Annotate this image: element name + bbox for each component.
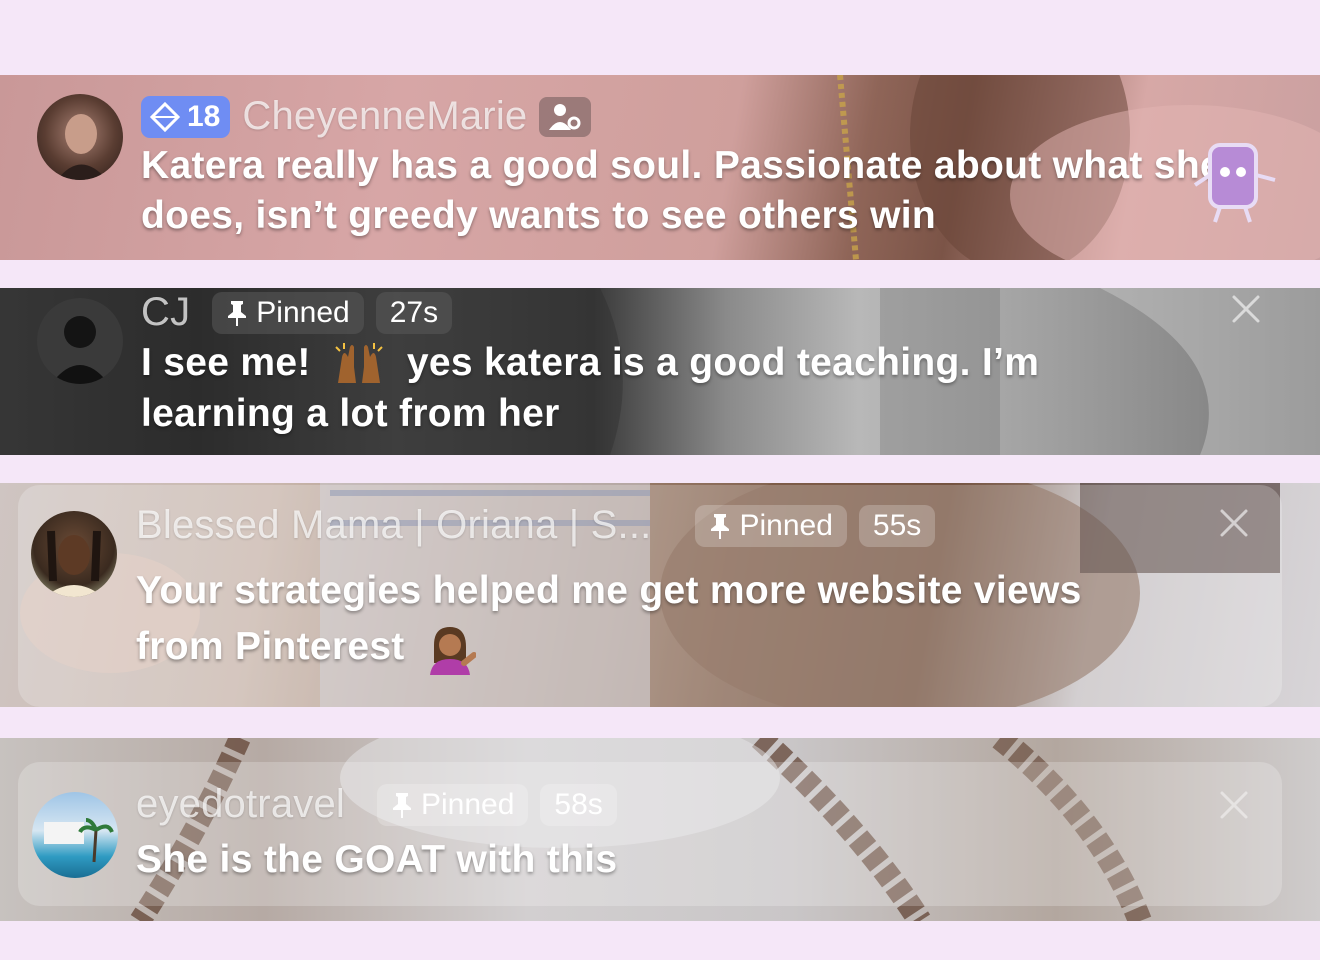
avatar[interactable] xyxy=(32,792,118,878)
username[interactable]: Blessed Mama | Oriana | S... xyxy=(136,503,651,548)
comment-text-part: learning a lot from her xyxy=(141,391,560,435)
moderator-icon xyxy=(539,96,592,137)
close-icon[interactable] xyxy=(1219,790,1249,820)
person-tipping-hand-icon xyxy=(429,626,476,675)
pinned-badge: Pinned xyxy=(377,783,529,826)
comment-text-part: I see me! xyxy=(141,341,311,384)
comment-text-part: from Pinterest xyxy=(136,625,405,668)
comment-text: Your strategies helped me get more websi… xyxy=(136,563,1236,675)
level-number: 18 xyxy=(187,99,221,133)
pinned-label: Pinned xyxy=(739,508,833,542)
comment-cj[interactable]: CJ Pinned 27s I see me! yes katera is a … xyxy=(0,288,1320,455)
raised-hands-icon xyxy=(335,342,383,383)
pinned-badge: Pinned xyxy=(212,291,364,334)
comment-text: She is the GOAT with this xyxy=(136,838,618,881)
comment-text-part: yes katera is a good teaching. I’m xyxy=(406,341,1040,384)
username[interactable]: CJ xyxy=(141,290,190,335)
pinned-label: Pinned xyxy=(256,295,350,329)
comment-text: I see me! yes katera is a good teaching.… xyxy=(141,338,1201,439)
sticker-icon xyxy=(1193,143,1276,223)
close-icon[interactable] xyxy=(1219,508,1249,538)
pinned-label: Pinned xyxy=(421,787,515,821)
avatar[interactable] xyxy=(37,298,123,384)
comment-eyedotravel[interactable]: eyedotravel Pinned 58s She is the GOAT w… xyxy=(0,738,1320,921)
time-badge: 58s xyxy=(540,783,617,826)
time-badge: 55s xyxy=(858,504,936,547)
comment-blessed-mama[interactable]: Blessed Mama | Oriana | S... Pinned 55s … xyxy=(0,483,1320,707)
username[interactable]: eyedotravel xyxy=(136,782,345,827)
pin-icon xyxy=(393,792,411,818)
pinned-badge: Pinned xyxy=(695,504,847,547)
time-label: 58s xyxy=(554,787,603,821)
avatar[interactable] xyxy=(31,511,117,597)
pin-icon xyxy=(228,300,247,326)
avatar[interactable] xyxy=(37,94,123,180)
comment-cheyennemarie[interactable]: 18 CheyenneMarie Katera really has a goo… xyxy=(0,75,1320,260)
username[interactable]: CheyenneMarie xyxy=(242,94,527,139)
comment-text: Katera really has a good soul. Passionat… xyxy=(141,144,1222,237)
level-badge: 18 xyxy=(141,95,231,138)
time-label: 55s xyxy=(872,508,922,542)
comment-text-part: Your strategies helped me get more websi… xyxy=(136,569,1082,612)
time-label: 27s xyxy=(389,295,439,329)
pin-icon xyxy=(711,513,730,539)
diamond-icon xyxy=(149,101,181,132)
time-badge: 27s xyxy=(375,291,453,334)
close-icon[interactable] xyxy=(1231,294,1261,324)
